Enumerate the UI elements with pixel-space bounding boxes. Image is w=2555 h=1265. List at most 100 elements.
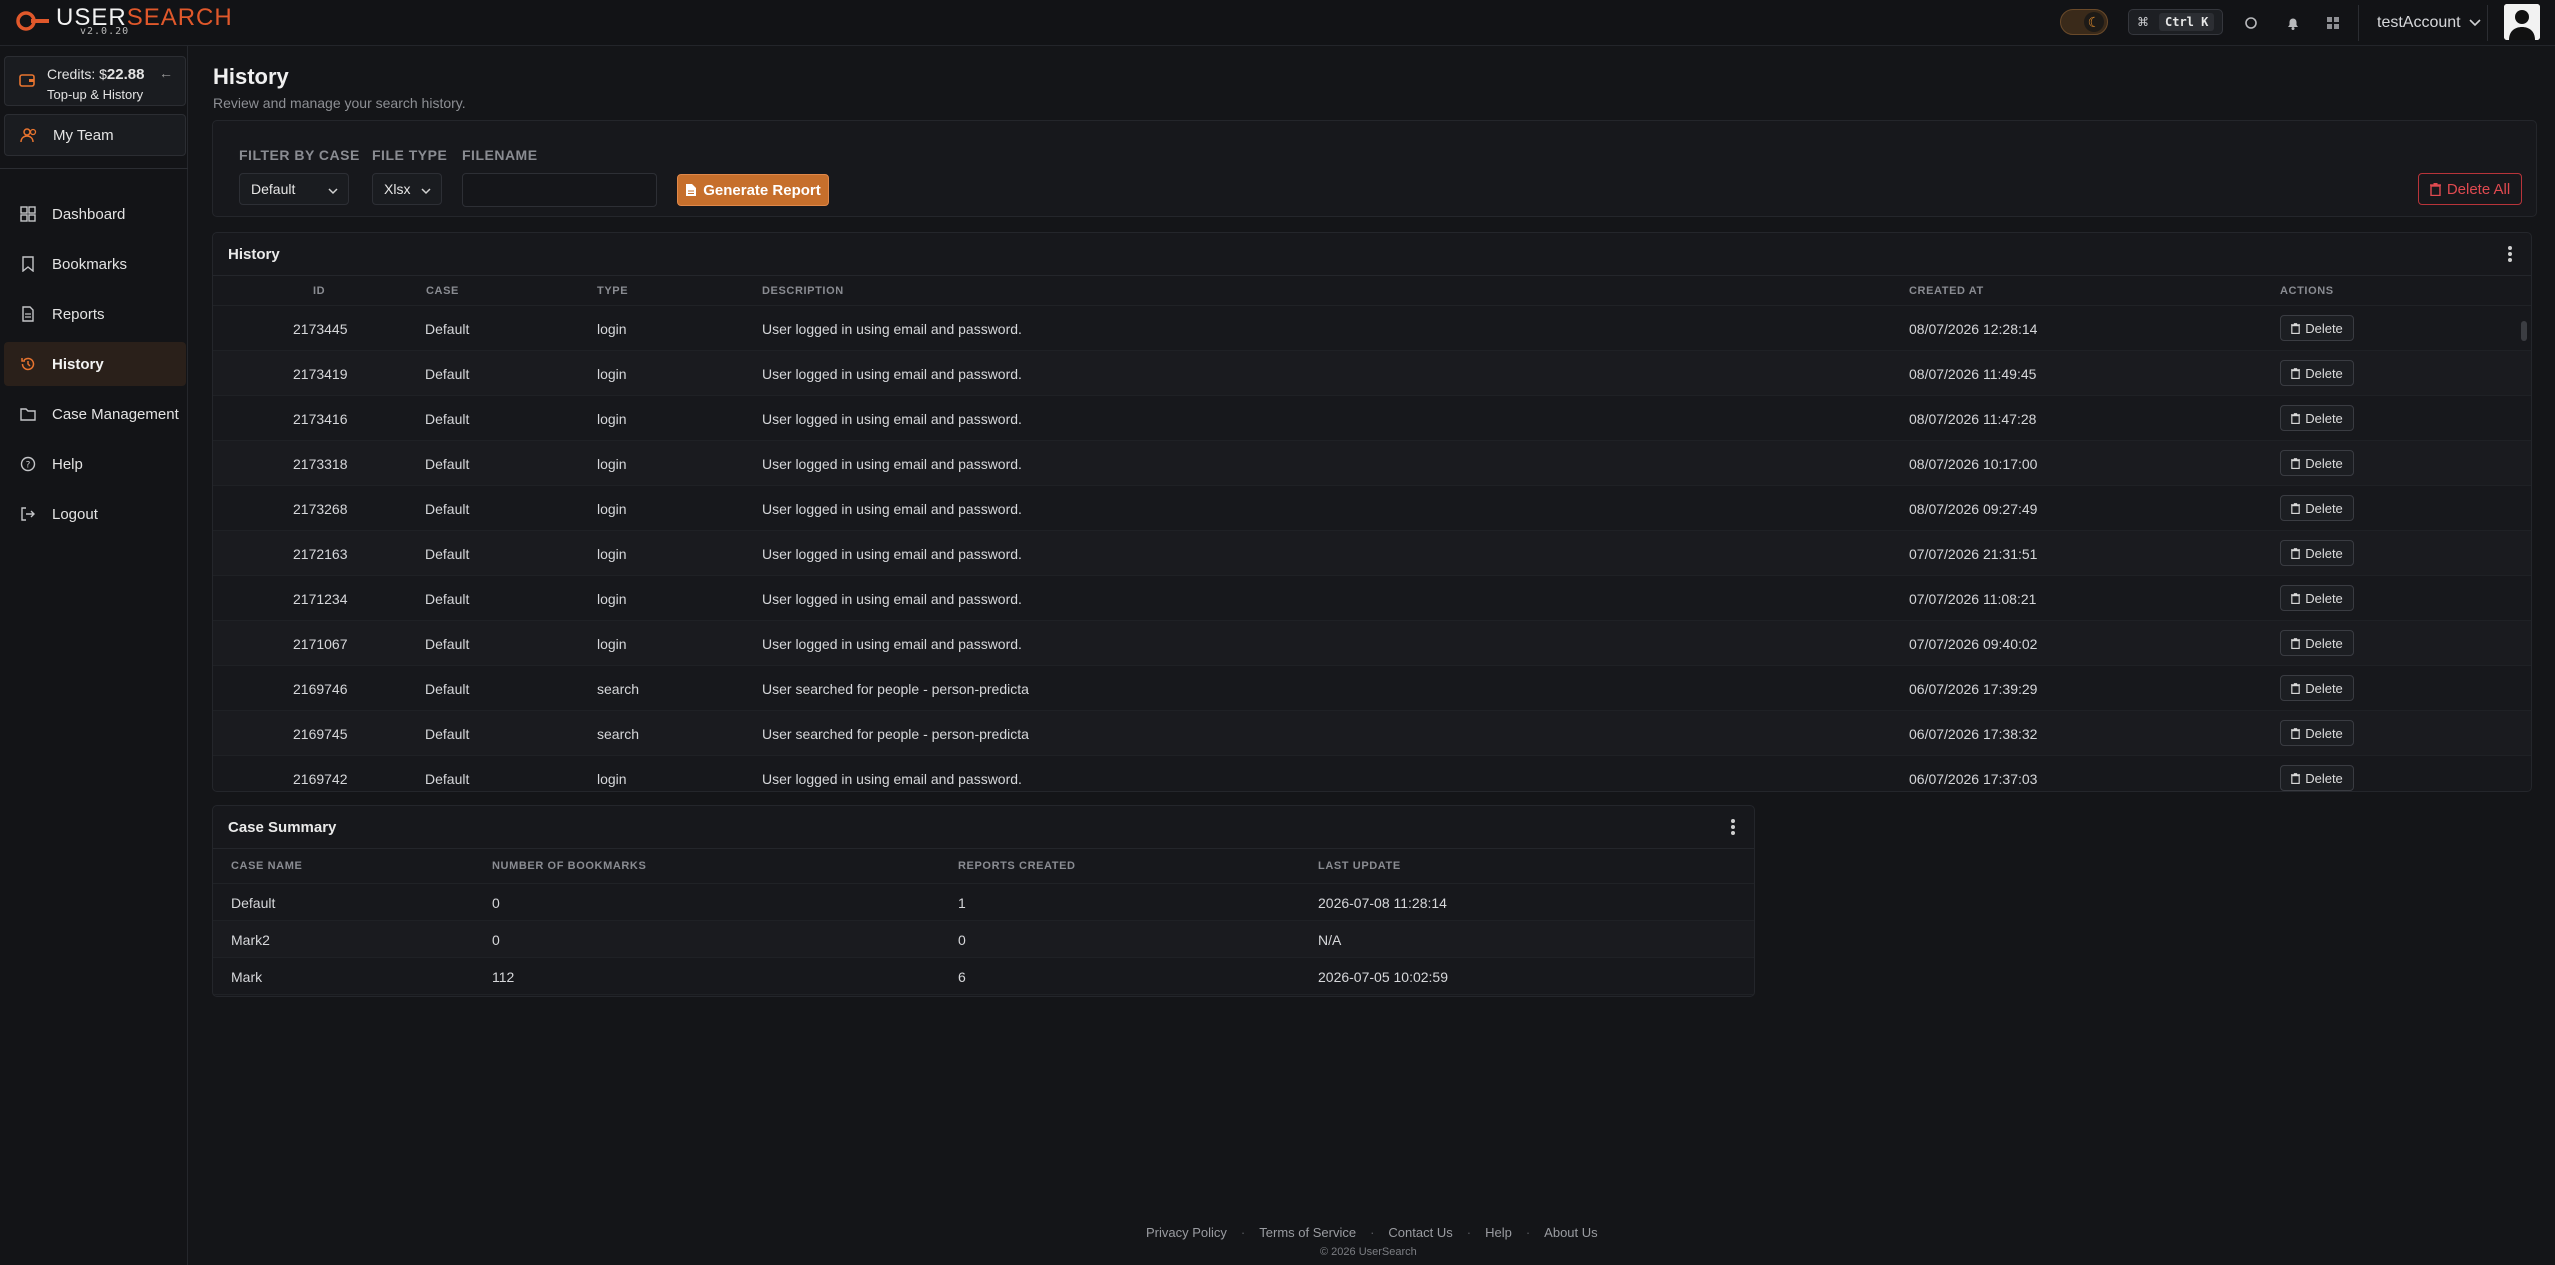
footer-link[interactable]: Terms of Service (1259, 1225, 1356, 1240)
sidebar-item-label: Dashboard (52, 205, 126, 223)
sidebar-item-case-management[interactable]: Case Management (4, 392, 186, 436)
column-header-id: ID (313, 285, 326, 297)
delete-label: Delete (2305, 545, 2343, 561)
theme-toggle[interactable]: ☾ (2060, 9, 2108, 35)
table-row: Mark 112 6 2026-07-05 10:02:59 (213, 958, 1754, 995)
delete-row-button[interactable]: Delete (2280, 585, 2354, 611)
sidebar-item-label: Reports (52, 305, 105, 323)
trash-icon (2291, 592, 2301, 604)
cell-case: Default (425, 771, 470, 787)
delete-row-button[interactable]: Delete (2280, 720, 2354, 746)
table-scrollbar[interactable] (2521, 321, 2527, 341)
footer-link[interactable]: About Us (1544, 1225, 1597, 1240)
cell-case-name: Mark2 (231, 932, 270, 948)
footer-link[interactable]: Contact Us (1388, 1225, 1452, 1240)
trash-icon (2291, 547, 2301, 559)
cell-case: Default (425, 681, 470, 697)
delete-label: Delete (2305, 455, 2343, 471)
cell-reports: 6 (958, 969, 966, 985)
avatar[interactable] (2504, 4, 2540, 40)
history-table-body: 2173445 Default login User logged in using … (213, 306, 2531, 791)
app-version: v2.0.20 (80, 26, 130, 37)
cell-bookmarks: 0 (492, 932, 500, 948)
cell-case: Default (425, 591, 470, 607)
delete-row-button[interactable]: Delete (2280, 675, 2354, 701)
svg-text:?: ? (26, 461, 31, 471)
cell-case: Default (425, 546, 470, 562)
command-icon: ⌘ (2137, 15, 2149, 29)
table-row: 2173416 Default login User logged in using … (213, 396, 2531, 441)
account-menu[interactable]: testAccount (2358, 5, 2488, 41)
cell-description: User logged in using email and password. (762, 771, 1022, 787)
cell-created-at: 08/07/2026 12:28:14 (1909, 321, 2038, 337)
trash-icon (2291, 637, 2301, 649)
credits-balance: Credits: $22.88 (47, 66, 145, 83)
cell-type: login (597, 411, 627, 427)
delete-label: Delete (2305, 680, 2343, 696)
sidebar-item-bookmarks[interactable]: Bookmarks (4, 242, 186, 286)
credits-topup-link[interactable]: Top-up & History (47, 87, 143, 102)
delete-row-button[interactable]: Delete (2280, 630, 2354, 656)
delete-row-button[interactable]: Delete (2280, 495, 2354, 521)
history-card-header: History (213, 233, 2531, 276)
file-type-select[interactable]: Xlsx (372, 173, 442, 205)
status-circle-icon[interactable] (2240, 12, 2262, 34)
command-search-button[interactable]: ⌘ Ctrl K (2128, 9, 2224, 35)
shortcut-key: Ctrl K (2159, 13, 2215, 31)
sidebar-item-reports[interactable]: Reports (4, 292, 186, 336)
cell-type: login (597, 636, 627, 652)
filename-input[interactable] (462, 173, 657, 207)
column-header-actions: ACTIONS (2280, 285, 2334, 297)
page-subtitle: Review and manage your search history. (213, 95, 466, 111)
cell-created-at: 08/07/2026 11:49:45 (1909, 366, 2037, 382)
delete-all-button[interactable]: Delete All (2418, 173, 2522, 205)
page-title: History (213, 64, 289, 89)
delete-row-button[interactable]: Delete (2280, 765, 2354, 791)
team-icon (19, 125, 39, 145)
credits-card[interactable]: Credits: $22.88 Top-up & History ← (4, 56, 186, 106)
table-row: 2173268 Default login User logged in using … (213, 486, 2531, 531)
cell-type: search (597, 681, 640, 697)
sidebar-item-help[interactable]: ? Help (4, 442, 186, 486)
cell-type: login (597, 771, 627, 787)
cell-case-name: Mark (231, 969, 263, 985)
sidebar-item-logout[interactable]: Logout (4, 492, 186, 536)
arrow-left-icon[interactable]: ← (159, 65, 173, 81)
delete-row-button[interactable]: Delete (2280, 540, 2354, 566)
cell-case: Default (425, 456, 470, 472)
wallet-icon (19, 73, 35, 91)
cell-type: search (597, 726, 640, 742)
delete-row-button[interactable]: Delete (2280, 315, 2354, 341)
sidebar-item-my-team[interactable]: My Team (4, 114, 186, 156)
cell-last-update: 2026-07-08 11:28:14 (1318, 895, 1447, 911)
cell-type: login (597, 501, 627, 517)
footer-link[interactable]: Help (1485, 1225, 1512, 1240)
table-row: 2169746 Default search User searched for pe… (213, 666, 2531, 711)
user-silhouette-icon (2504, 4, 2540, 40)
generate-report-button[interactable]: Generate Report (677, 174, 829, 206)
delete-label: Delete (2305, 365, 2343, 381)
case-select[interactable]: Default (239, 173, 349, 205)
delete-row-button[interactable]: Delete (2280, 450, 2354, 476)
apps-grid-icon[interactable] (2322, 12, 2344, 34)
separator-dot: · (1370, 1225, 1375, 1240)
delete-row-button[interactable]: Delete (2280, 405, 2354, 431)
sidebar-item-history[interactable]: History (4, 342, 186, 386)
more-vertical-icon[interactable] (1730, 818, 1736, 840)
cell-description: User logged in using email and password. (762, 366, 1022, 382)
cell-created-at: 06/07/2026 17:39:29 (1909, 681, 2038, 697)
cell-id: 2169745 (293, 726, 348, 742)
delete-row-button[interactable]: Delete (2280, 360, 2354, 386)
delete-label: Delete (2305, 410, 2343, 426)
account-name: testAccount (2377, 14, 2461, 31)
footer-link[interactable]: Privacy Policy (1146, 1225, 1227, 1240)
sidebar-item-dashboard[interactable]: Dashboard (4, 192, 186, 236)
trash-icon (2291, 727, 2301, 739)
cell-created-at: 07/07/2026 09:40:02 (1909, 636, 2038, 652)
bell-icon[interactable] (2282, 12, 2304, 34)
cell-description: User logged in using email and password. (762, 456, 1022, 472)
sidebar-item-label: Logout (52, 505, 98, 523)
more-vertical-icon[interactable] (2507, 245, 2513, 267)
cell-case-name: Default (231, 895, 276, 911)
table-row: 2173445 Default login User logged in using … (213, 306, 2531, 351)
